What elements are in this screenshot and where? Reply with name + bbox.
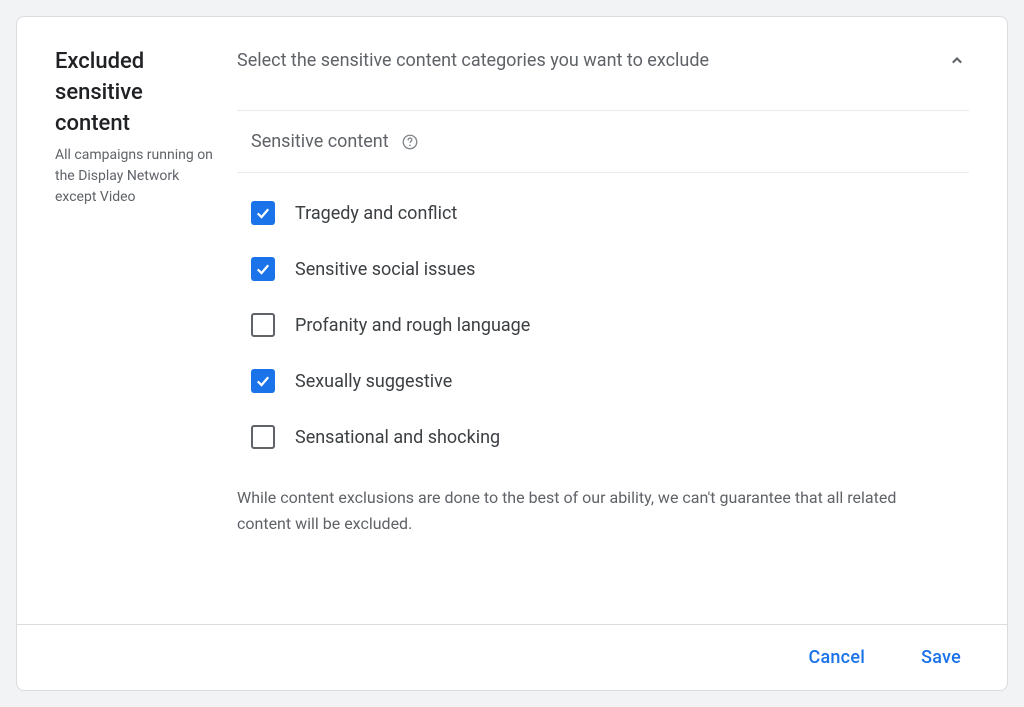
section-header: Sensitive content [237,110,969,173]
card-body: Excluded sensitive content All campaigns… [17,17,1007,624]
checkbox-unchecked-icon[interactable] [251,425,275,449]
checkbox-checked-icon[interactable] [251,257,275,281]
section-wrap: Sensitive content Tragedy and conflict [237,110,969,536]
panel-title: Excluded sensitive content [55,47,213,139]
option-label: Profanity and rough language [295,315,530,336]
option-sensational-shocking[interactable]: Sensational and shocking [251,425,969,449]
help-icon[interactable] [401,133,419,151]
checkbox-checked-icon[interactable] [251,369,275,393]
options-list: Tragedy and conflict Sensitive social is… [237,173,969,477]
header-row: Select the sensitive content categories … [237,47,969,74]
settings-card: Excluded sensitive content All campaigns… [16,16,1008,691]
option-label: Tragedy and conflict [295,203,457,224]
panel-subtitle: All campaigns running on the Display Net… [55,145,213,208]
disclaimer-text: While content exclusions are done to the… [237,485,969,536]
cancel-button[interactable]: Cancel [800,643,873,672]
option-label: Sensitive social issues [295,259,475,280]
instruction-text: Select the sensitive content categories … [237,47,709,74]
right-column: Select the sensitive content categories … [237,47,969,604]
card-footer: Cancel Save [17,624,1007,690]
option-label: Sexually suggestive [295,371,452,392]
option-label: Sensational and shocking [295,427,500,448]
chevron-up-icon[interactable] [945,49,969,73]
save-button[interactable]: Save [913,643,969,672]
option-tragedy-conflict[interactable]: Tragedy and conflict [251,201,969,225]
option-profanity-rough-language[interactable]: Profanity and rough language [251,313,969,337]
checkbox-checked-icon[interactable] [251,201,275,225]
section-label: Sensitive content [237,131,389,152]
option-sexually-suggestive[interactable]: Sexually suggestive [251,369,969,393]
checkbox-unchecked-icon[interactable] [251,313,275,337]
option-sensitive-social-issues[interactable]: Sensitive social issues [251,257,969,281]
left-column: Excluded sensitive content All campaigns… [55,47,237,604]
